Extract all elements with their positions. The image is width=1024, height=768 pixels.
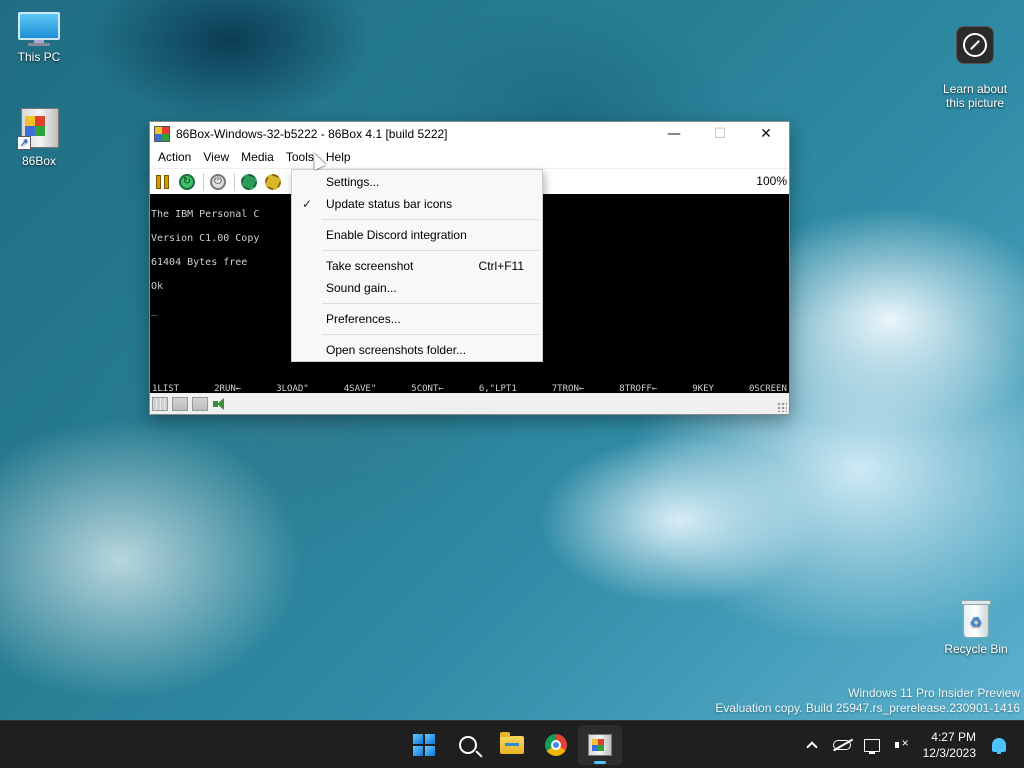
watermark-line: Windows 11 Pro Insider Preview	[848, 686, 1020, 700]
desktop-icon-label: Recycle Bin	[944, 642, 1008, 656]
screen-line: Version C1.00 Copy	[151, 233, 260, 244]
notifications-button[interactable]	[984, 730, 1014, 760]
floppy-drive-icon[interactable]	[172, 396, 188, 411]
pause-button[interactable]	[152, 171, 174, 193]
windows-logo-icon	[413, 734, 435, 756]
evaluation-watermark: Windows 11 Pro Insider Preview Evaluatio…	[715, 686, 1020, 716]
menu-view[interactable]: View	[197, 146, 235, 168]
taskbar-apps	[402, 721, 622, 768]
menu-item-label: Sound gain...	[326, 281, 397, 295]
search-button[interactable]	[446, 725, 490, 765]
menu-item-settings[interactable]: Settings...	[292, 171, 542, 193]
computer-icon	[18, 12, 60, 46]
power-icon: ⏻	[210, 173, 226, 190]
86box-app-icon: ↗	[17, 106, 61, 150]
chevron-up-icon	[805, 741, 818, 753]
file-explorer-button[interactable]	[490, 725, 534, 765]
menu-item-take-screenshot[interactable]: Take screenshot Ctrl+F11	[292, 255, 542, 277]
desktop-icon-learn-about-picture[interactable]: Learn about this picture	[936, 12, 1014, 124]
desktop-icon-label: Learn about this picture	[942, 82, 1008, 110]
status-bar	[150, 393, 789, 414]
screen-line: The IBM Personal C	[151, 209, 260, 220]
menu-item-shortcut: Ctrl+F11	[478, 259, 524, 273]
desktop-icon-86box[interactable]: ↗ 86Box	[1, 106, 77, 168]
zoom-level: 100%	[756, 174, 787, 188]
volume-tray-button[interactable]	[887, 730, 917, 760]
hard-reset-button[interactable]: ↻	[176, 171, 198, 193]
taskbar: 4:27 PM 12/3/2023	[0, 720, 1024, 768]
menu-separator	[322, 250, 539, 251]
86box-app-icon	[154, 126, 170, 142]
menu-bar: Action View Media Tools Help	[150, 146, 789, 168]
screen-line: Ok	[151, 281, 164, 292]
volume-muted-icon	[894, 736, 909, 751]
86box-taskbar-button[interactable]	[578, 725, 622, 765]
menu-item-enable-discord[interactable]: Enable Discord integration	[292, 224, 542, 246]
settings-toolbar-button[interactable]	[238, 171, 260, 193]
close-button[interactable]: ✕	[743, 122, 789, 146]
menu-item-label: Update status bar icons	[326, 197, 453, 211]
bell-icon	[992, 738, 1006, 754]
start-button[interactable]	[402, 725, 446, 765]
pause-icon	[156, 174, 170, 189]
clock-date: 12/3/2023	[922, 746, 976, 760]
menu-item-update-status-bar-icons[interactable]: ✓ Update status bar icons	[292, 193, 542, 215]
screen-cursor: _	[151, 305, 158, 316]
menu-separator	[322, 334, 539, 335]
floppy-drive-icon[interactable]	[192, 396, 208, 411]
search-icon	[459, 736, 477, 754]
menu-item-label: Take screenshot	[326, 259, 414, 273]
cloud-offline-icon	[832, 740, 851, 750]
menu-separator	[322, 303, 539, 304]
desktop-icon-label: This PC	[17, 50, 61, 64]
reset-icon: ↻	[179, 173, 195, 190]
resize-grip[interactable]	[777, 402, 787, 412]
menu-media[interactable]: Media	[235, 146, 280, 168]
camera-icon	[956, 26, 994, 64]
minimize-button[interactable]: —	[651, 122, 697, 146]
toolbar-divider	[203, 172, 204, 191]
menu-item-label: Enable Discord integration	[326, 228, 467, 242]
toolbar-divider	[234, 172, 235, 191]
onedrive-tray-button[interactable]	[827, 730, 857, 760]
menu-item-label: Settings...	[326, 175, 380, 189]
network-icon	[863, 738, 880, 754]
window-title: 86Box-Windows-32-b5222 - 86Box 4.1 [buil…	[176, 127, 448, 141]
title-bar[interactable]: 86Box-Windows-32-b5222 - 86Box 4.1 [buil…	[150, 122, 789, 146]
maximize-button[interactable]: ☐	[697, 122, 743, 146]
keyboard-icon[interactable]	[152, 396, 168, 411]
speaker-icon[interactable]	[212, 397, 228, 411]
machine-settings-button[interactable]	[262, 171, 284, 193]
screen-line: 61404 Bytes free	[151, 257, 248, 268]
menu-separator	[322, 219, 539, 220]
menu-action[interactable]: Action	[152, 146, 197, 168]
chrome-icon	[545, 734, 567, 756]
menu-item-open-screenshots-folder[interactable]: Open screenshots folder...	[292, 339, 542, 361]
tools-menu-dropdown: Settings... ✓ Update status bar icons Ena…	[291, 169, 543, 362]
menu-item-preferences[interactable]: Preferences...	[292, 308, 542, 330]
clock-time: 4:27 PM	[931, 730, 976, 744]
power-button[interactable]: ⏻	[207, 171, 229, 193]
folder-icon	[500, 732, 524, 754]
menu-item-label: Preferences...	[326, 312, 401, 326]
watermark-line: Evaluation copy. Build 25947.rs_prerelea…	[715, 701, 1020, 715]
86box-app-icon	[588, 734, 612, 756]
menu-item-label: Open screenshots folder...	[326, 343, 467, 357]
chrome-button[interactable]	[534, 725, 578, 765]
network-tray-button[interactable]	[857, 730, 887, 760]
taskbar-clock[interactable]: 4:27 PM 12/3/2023	[917, 729, 984, 761]
gear-icon	[265, 173, 281, 190]
menu-item-sound-gain[interactable]: Sound gain...	[292, 277, 542, 299]
show-hidden-icons-button[interactable]	[797, 730, 827, 760]
recycle-bin-icon: ♻	[959, 598, 993, 638]
checkmark-icon: ✓	[302, 197, 313, 211]
desktop-icon-recycle-bin[interactable]: ♻ Recycle Bin	[938, 598, 1014, 656]
desktop-icon-label: 86Box	[21, 154, 57, 168]
system-tray: 4:27 PM 12/3/2023	[797, 721, 1024, 768]
gear-icon	[241, 173, 257, 190]
desktop-icon-this-pc[interactable]: This PC	[1, 12, 77, 64]
